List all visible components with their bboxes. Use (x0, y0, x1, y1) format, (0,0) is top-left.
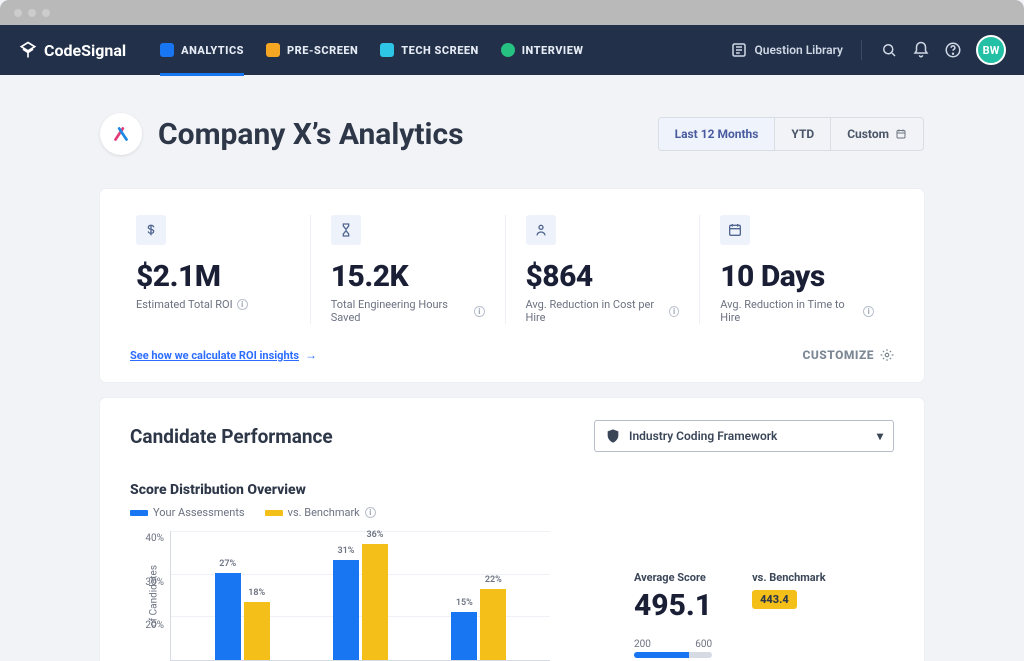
hourglass-icon (331, 215, 361, 245)
benchmark-pill: 443.4 (752, 590, 797, 609)
tab-techscreen[interactable]: TECH SCREEN (380, 24, 478, 76)
kpi-costperhire: $864 Avg. Reduction in Cost per Hire i (505, 215, 700, 324)
nav-tabs: ANALYTICS PRE-SCREEN TECH SCREEN INTERVI… (160, 24, 583, 76)
timeframe-last12[interactable]: Last 12 Months (659, 118, 775, 150)
question-library-label: Question Library (754, 43, 843, 57)
kpi-value: 10 Days (720, 259, 874, 294)
y-axis-label: of Candidates (149, 564, 160, 626)
chart-title: Score Distribution Overview (130, 482, 894, 498)
kpi-roi: $2.1M Estimated Total ROI i (130, 215, 310, 324)
tab-label: INTERVIEW (522, 44, 584, 57)
tab-interview[interactable]: INTERVIEW (501, 24, 584, 76)
stat-value: 495.1 (634, 588, 712, 623)
performance-card: Candidate Performance Industry Coding Fr… (100, 398, 924, 661)
score-stats: Average Score 495.1 200600 vs. Benchmark… (634, 531, 894, 661)
kpi-value: $2.1M (136, 259, 290, 294)
timeframe-custom[interactable]: Custom (830, 118, 923, 150)
kpi-card: $2.1M Estimated Total ROI i 15.2K Total E… (100, 189, 924, 382)
calendar-icon (720, 215, 750, 245)
tab-label: TECH SCREEN (401, 44, 478, 57)
performance-header: Candidate Performance Industry Coding Fr… (130, 420, 894, 452)
chevron-down-icon: ▾ (877, 429, 883, 443)
legend-swatch (130, 510, 148, 516)
arrow-right-icon: → (305, 348, 317, 362)
legend-swatch (265, 510, 283, 516)
dollar-icon (136, 215, 166, 245)
person-icon (526, 215, 556, 245)
stat-label: Average Score (634, 571, 712, 584)
info-icon[interactable]: i (365, 507, 376, 518)
library-icon (730, 41, 748, 59)
traffic-light-icon (28, 9, 36, 17)
brand-name: CodeSignal (44, 41, 126, 60)
interview-icon (501, 43, 515, 57)
score-fill (634, 652, 689, 658)
window-chrome (0, 0, 1024, 25)
page-title: Company X’s Analytics (158, 117, 464, 152)
traffic-light-icon (42, 9, 50, 17)
gear-icon (880, 348, 894, 362)
tab-analytics[interactable]: ANALYTICS (160, 24, 244, 76)
legend-item: vs. Benchmarki (265, 506, 376, 519)
info-icon[interactable]: i (669, 306, 679, 317)
kpi-hours: 15.2K Total Engineering Hours Saved i (310, 215, 505, 324)
traffic-light-icon (14, 9, 22, 17)
brand-logo[interactable]: CodeSignal (18, 40, 126, 60)
legend-item: Your Assessments (130, 506, 245, 519)
tab-label: ANALYTICS (181, 44, 244, 57)
chart-plot: of Candidates 27%18%31%36%15%22% (170, 531, 550, 661)
kpi-label: Total Engineering Hours Saved (331, 298, 470, 324)
tab-prescreen[interactable]: PRE-SCREEN (266, 24, 358, 76)
avg-score: Average Score 495.1 200600 (634, 571, 712, 661)
score-track (634, 652, 712, 658)
techscreen-icon (380, 43, 394, 57)
benchmark-score: vs. Benchmark 443.4 (752, 571, 825, 661)
tab-label: PRE-SCREEN (287, 44, 358, 57)
timeframe-segmented: Last 12 Months YTD Custom (658, 117, 924, 151)
kpi-value: $864 (526, 259, 680, 294)
kpi-label: Estimated Total ROI (136, 298, 233, 311)
question-library-link[interactable]: Question Library (730, 41, 843, 59)
page-body: Company X’s Analytics Last 12 Months YTD… (0, 113, 1024, 661)
analytics-icon (160, 43, 174, 57)
nav-right: Question Library BW (730, 35, 1006, 65)
info-icon[interactable]: i (474, 306, 484, 317)
framework-select[interactable]: Industry Coding Framework ▾ (594, 420, 894, 452)
prescreen-icon (266, 43, 280, 57)
search-icon[interactable] (880, 41, 898, 59)
kpi-row: $2.1M Estimated Total ROI i 15.2K Total E… (130, 215, 894, 324)
info-icon[interactable]: i (237, 299, 248, 310)
customize-button[interactable]: CUSTOMIZE (803, 348, 895, 362)
kpi-value: 15.2K (331, 259, 485, 294)
avatar[interactable]: BW (976, 35, 1006, 65)
info-icon[interactable]: i (863, 306, 874, 317)
avatar-initials: BW (983, 44, 1000, 57)
performance-heading: Candidate Performance (130, 425, 333, 448)
bell-icon[interactable] (912, 41, 930, 59)
roi-link[interactable]: See how we calculate ROI insights (130, 349, 299, 362)
framework-label: Industry Coding Framework (629, 429, 777, 443)
stat-label: vs. Benchmark (752, 571, 825, 584)
chart: 40% 30% 20% of Candidates 27%18%31%36%15… (130, 531, 894, 661)
kpi-label: Avg. Reduction in Time to Hire (720, 298, 859, 324)
title-row: Company X’s Analytics Last 12 Months YTD… (100, 113, 924, 155)
kpi-timetohire: 10 Days Avg. Reduction in Time to Hire i (699, 215, 894, 324)
chart-legend: Your Assessments vs. Benchmarki (130, 506, 894, 519)
divider (861, 40, 862, 60)
kpi-footer: See how we calculate ROI insights → CUSTO… (130, 348, 894, 362)
help-icon[interactable] (944, 41, 962, 59)
kpi-label: Avg. Reduction in Cost per Hire (526, 298, 665, 324)
shield-icon (605, 428, 621, 444)
timeframe-ytd[interactable]: YTD (774, 118, 830, 150)
company-logo-icon (100, 113, 142, 155)
calendar-icon (895, 128, 907, 140)
top-nav: CodeSignal ANALYTICS PRE-SCREEN TECH SCR… (0, 25, 1024, 75)
